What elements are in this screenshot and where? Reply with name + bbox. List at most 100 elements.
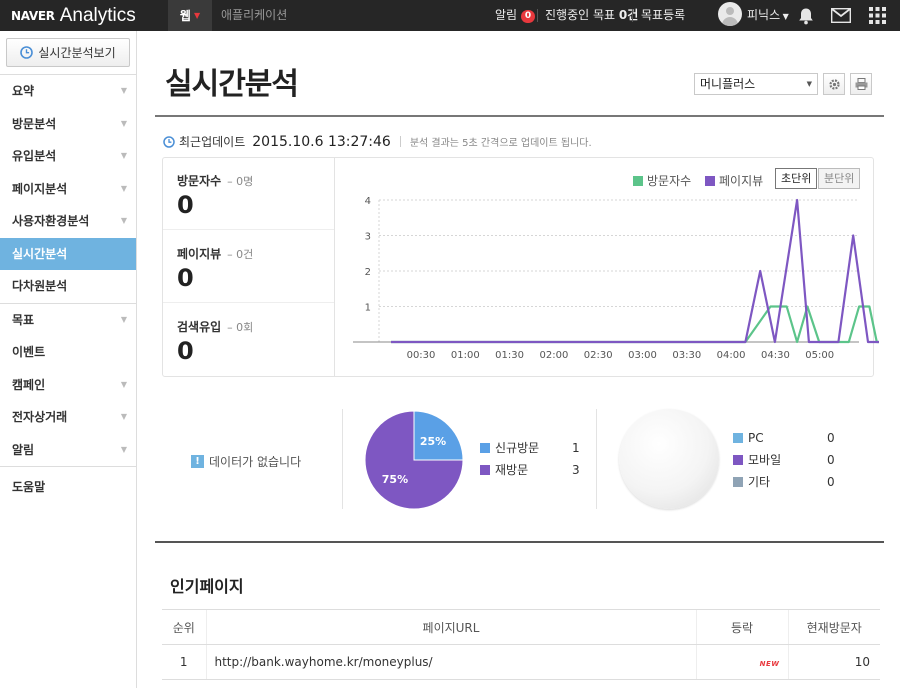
- section-divider: [155, 541, 884, 543]
- chevron-down-icon: ▼: [120, 379, 127, 389]
- sidebar-item-label: 캠페인: [12, 377, 46, 392]
- unit-minutes-button[interactable]: 분단위: [818, 168, 861, 189]
- device-pie-chart-empty: [619, 409, 719, 509]
- legend-swatch: [480, 443, 490, 453]
- stat-value: 0: [177, 264, 194, 292]
- legend-value: 1: [572, 441, 580, 455]
- chevron-down-icon: ▼: [120, 314, 127, 324]
- x-tick-label: 04:00: [717, 350, 746, 361]
- top-navigation-bar: NAVER Analytics 웹 ▼ 애플리케이션 알림 0 진행중인 목표 …: [0, 0, 900, 31]
- sidebar-item-page-analysis[interactable]: 페이지분석 ▼: [0, 173, 136, 206]
- legend-value: 0: [827, 453, 835, 467]
- settings-button[interactable]: [823, 73, 845, 95]
- chevron-down-icon: ▼: [806, 80, 812, 88]
- sidebar-item-visit-analysis[interactable]: 방문분석 ▼: [0, 108, 136, 141]
- pie-slice-label: 25%: [420, 435, 446, 448]
- legend-label: PC: [748, 431, 764, 445]
- chevron-down-icon: ▼: [780, 12, 789, 21]
- sidebar-item-label: 목표: [12, 312, 35, 327]
- sidebar-item-user-environment[interactable]: 사용자환경분석 ▼: [0, 205, 136, 238]
- sidebar-item-ecommerce[interactable]: 전자상거래 ▼: [0, 401, 136, 434]
- legend-label: 페이지뷰: [719, 174, 764, 188]
- no-data-message: ! 데이터가 없습니다: [191, 453, 301, 470]
- mail-icon[interactable]: [829, 0, 853, 31]
- goal-progress-label: 진행중인 목표: [545, 8, 616, 22]
- separator: [399, 136, 401, 147]
- sidebar-item-label: 전자상거래: [12, 410, 68, 424]
- separator: [632, 9, 633, 22]
- realtime-stats-panel: 방문자수 – 0명 0 페이지뷰 – 0건 0 검색유입 – 0회 0 방문자수 페이…: [162, 157, 879, 377]
- sidebar-item-help[interactable]: 도움말: [0, 471, 136, 504]
- sidebar-item-label: 다차원분석: [12, 279, 68, 293]
- alert-link[interactable]: 알림 0: [495, 0, 536, 31]
- chevron-down-icon: ▼: [120, 183, 127, 193]
- nav-tab-web[interactable]: 웹 ▼: [168, 0, 212, 31]
- stat-search-inflow: 검색유입 – 0회 0: [163, 304, 334, 376]
- naver-analytics-logo[interactable]: NAVER Analytics: [11, 2, 136, 29]
- popular-pages-title: 인기페이지: [170, 577, 244, 596]
- visit-type-legend: 신규방문 1 재방문 3: [480, 437, 580, 481]
- print-button[interactable]: [850, 73, 872, 95]
- realtime-analysis-button[interactable]: 실시간분석보기: [6, 38, 130, 67]
- sidebar-item-alert[interactable]: 알림 ▼: [0, 434, 136, 467]
- stat-pageviews: 페이지뷰 – 0건 0: [163, 231, 334, 303]
- logo-naver-text: NAVER: [11, 8, 55, 23]
- sidebar-item-label: 요약: [12, 84, 35, 98]
- visit-type-pie-chart: 25% 75%: [364, 410, 464, 510]
- x-tick-label: 00:30: [407, 350, 436, 361]
- column-header-change: 등락: [695, 609, 788, 645]
- legend-label: 기타: [748, 475, 771, 489]
- last-update-label: 최근업데이트: [179, 135, 246, 149]
- sidebar-item-realtime[interactable]: 실시간분석: [0, 237, 136, 270]
- page-title: 실시간분석: [165, 67, 299, 102]
- y-tick-label: 1: [365, 303, 371, 314]
- unit-seconds-button[interactable]: 초단위: [775, 168, 818, 189]
- site-select-dropdown[interactable]: 머니플러스 ▼: [694, 73, 818, 95]
- goal-progress-count: 0건: [618, 8, 639, 22]
- logo-analytics-text: Analytics: [59, 4, 136, 26]
- sidebar-item-summary[interactable]: 요약 ▼: [0, 75, 136, 108]
- divider: [596, 409, 597, 509]
- legend-swatch: [480, 465, 490, 475]
- sidebar-item-event[interactable]: 이벤트: [0, 336, 136, 369]
- table-header-row: 순위 페이지URL 등락 현재방문자: [162, 609, 880, 645]
- gear-icon: [828, 78, 840, 90]
- goal-progress-link[interactable]: 진행중인 목표 0건: [545, 0, 638, 31]
- sidebar-menu: 요약 ▼ 방문분석 ▼ 유입분석 ▼ 페이지분석 ▼ 사용자환경분석 ▼ 실시간분석 다차…: [0, 74, 136, 504]
- last-update-info: 최근업데이트 2015.10.6 13:27:46 분석 결과는 5초 간격으로…: [163, 133, 592, 150]
- bell-icon[interactable]: [794, 0, 818, 31]
- new-badge: NEW: [759, 660, 780, 668]
- nav-tab-application[interactable]: 애플리케이션: [221, 0, 287, 31]
- legend-item-other: 기타 0: [733, 471, 843, 493]
- title-divider: [155, 115, 884, 117]
- x-tick-label: 02:00: [539, 350, 568, 361]
- x-tick-label: 05:00: [805, 350, 834, 361]
- popular-pages-table: 순위 페이지URL 등락 현재방문자 1 http://bank.wayhome…: [162, 609, 880, 680]
- goal-register-link[interactable]: 목표등록: [641, 0, 685, 31]
- alert-count-badge: 0: [520, 10, 536, 23]
- legend-item-return-visit: 재방문 3: [480, 459, 580, 481]
- cell-rank: 1: [162, 644, 206, 680]
- legend-swatch: [733, 477, 743, 487]
- last-update-time: 2015.10.6 13:27:46: [252, 133, 391, 150]
- divider: [0, 466, 136, 467]
- printer-icon: [855, 78, 867, 90]
- user-avatar[interactable]: [718, 2, 742, 26]
- y-tick-label: 4: [365, 196, 371, 207]
- stat-label: 검색유입: [177, 320, 222, 334]
- legend-label: 재방문: [495, 463, 529, 477]
- grid-menu-icon[interactable]: [866, 0, 888, 31]
- legend-value: 0: [827, 431, 835, 445]
- user-menu[interactable]: 피닉스 ▼: [747, 0, 789, 31]
- sidebar-item-campaign[interactable]: 캠페인 ▼: [0, 369, 136, 402]
- column-header-rank: 순위: [162, 609, 206, 645]
- legend-swatch: [733, 433, 743, 443]
- legend-label: 모바일: [748, 453, 782, 467]
- chevron-down-icon: ▼: [120, 444, 127, 454]
- sidebar-item-inflow-analysis[interactable]: 유입분석 ▼: [0, 140, 136, 173]
- sidebar-item-label: 실시간분석: [12, 246, 68, 261]
- sidebar-item-goal[interactable]: 목표 ▼: [0, 304, 136, 337]
- cell-url[interactable]: http://bank.wayhome.kr/moneyplus/: [205, 644, 696, 680]
- sidebar-item-multidimensional[interactable]: 다차원분석: [0, 270, 136, 303]
- legend-swatch: [633, 175, 643, 186]
